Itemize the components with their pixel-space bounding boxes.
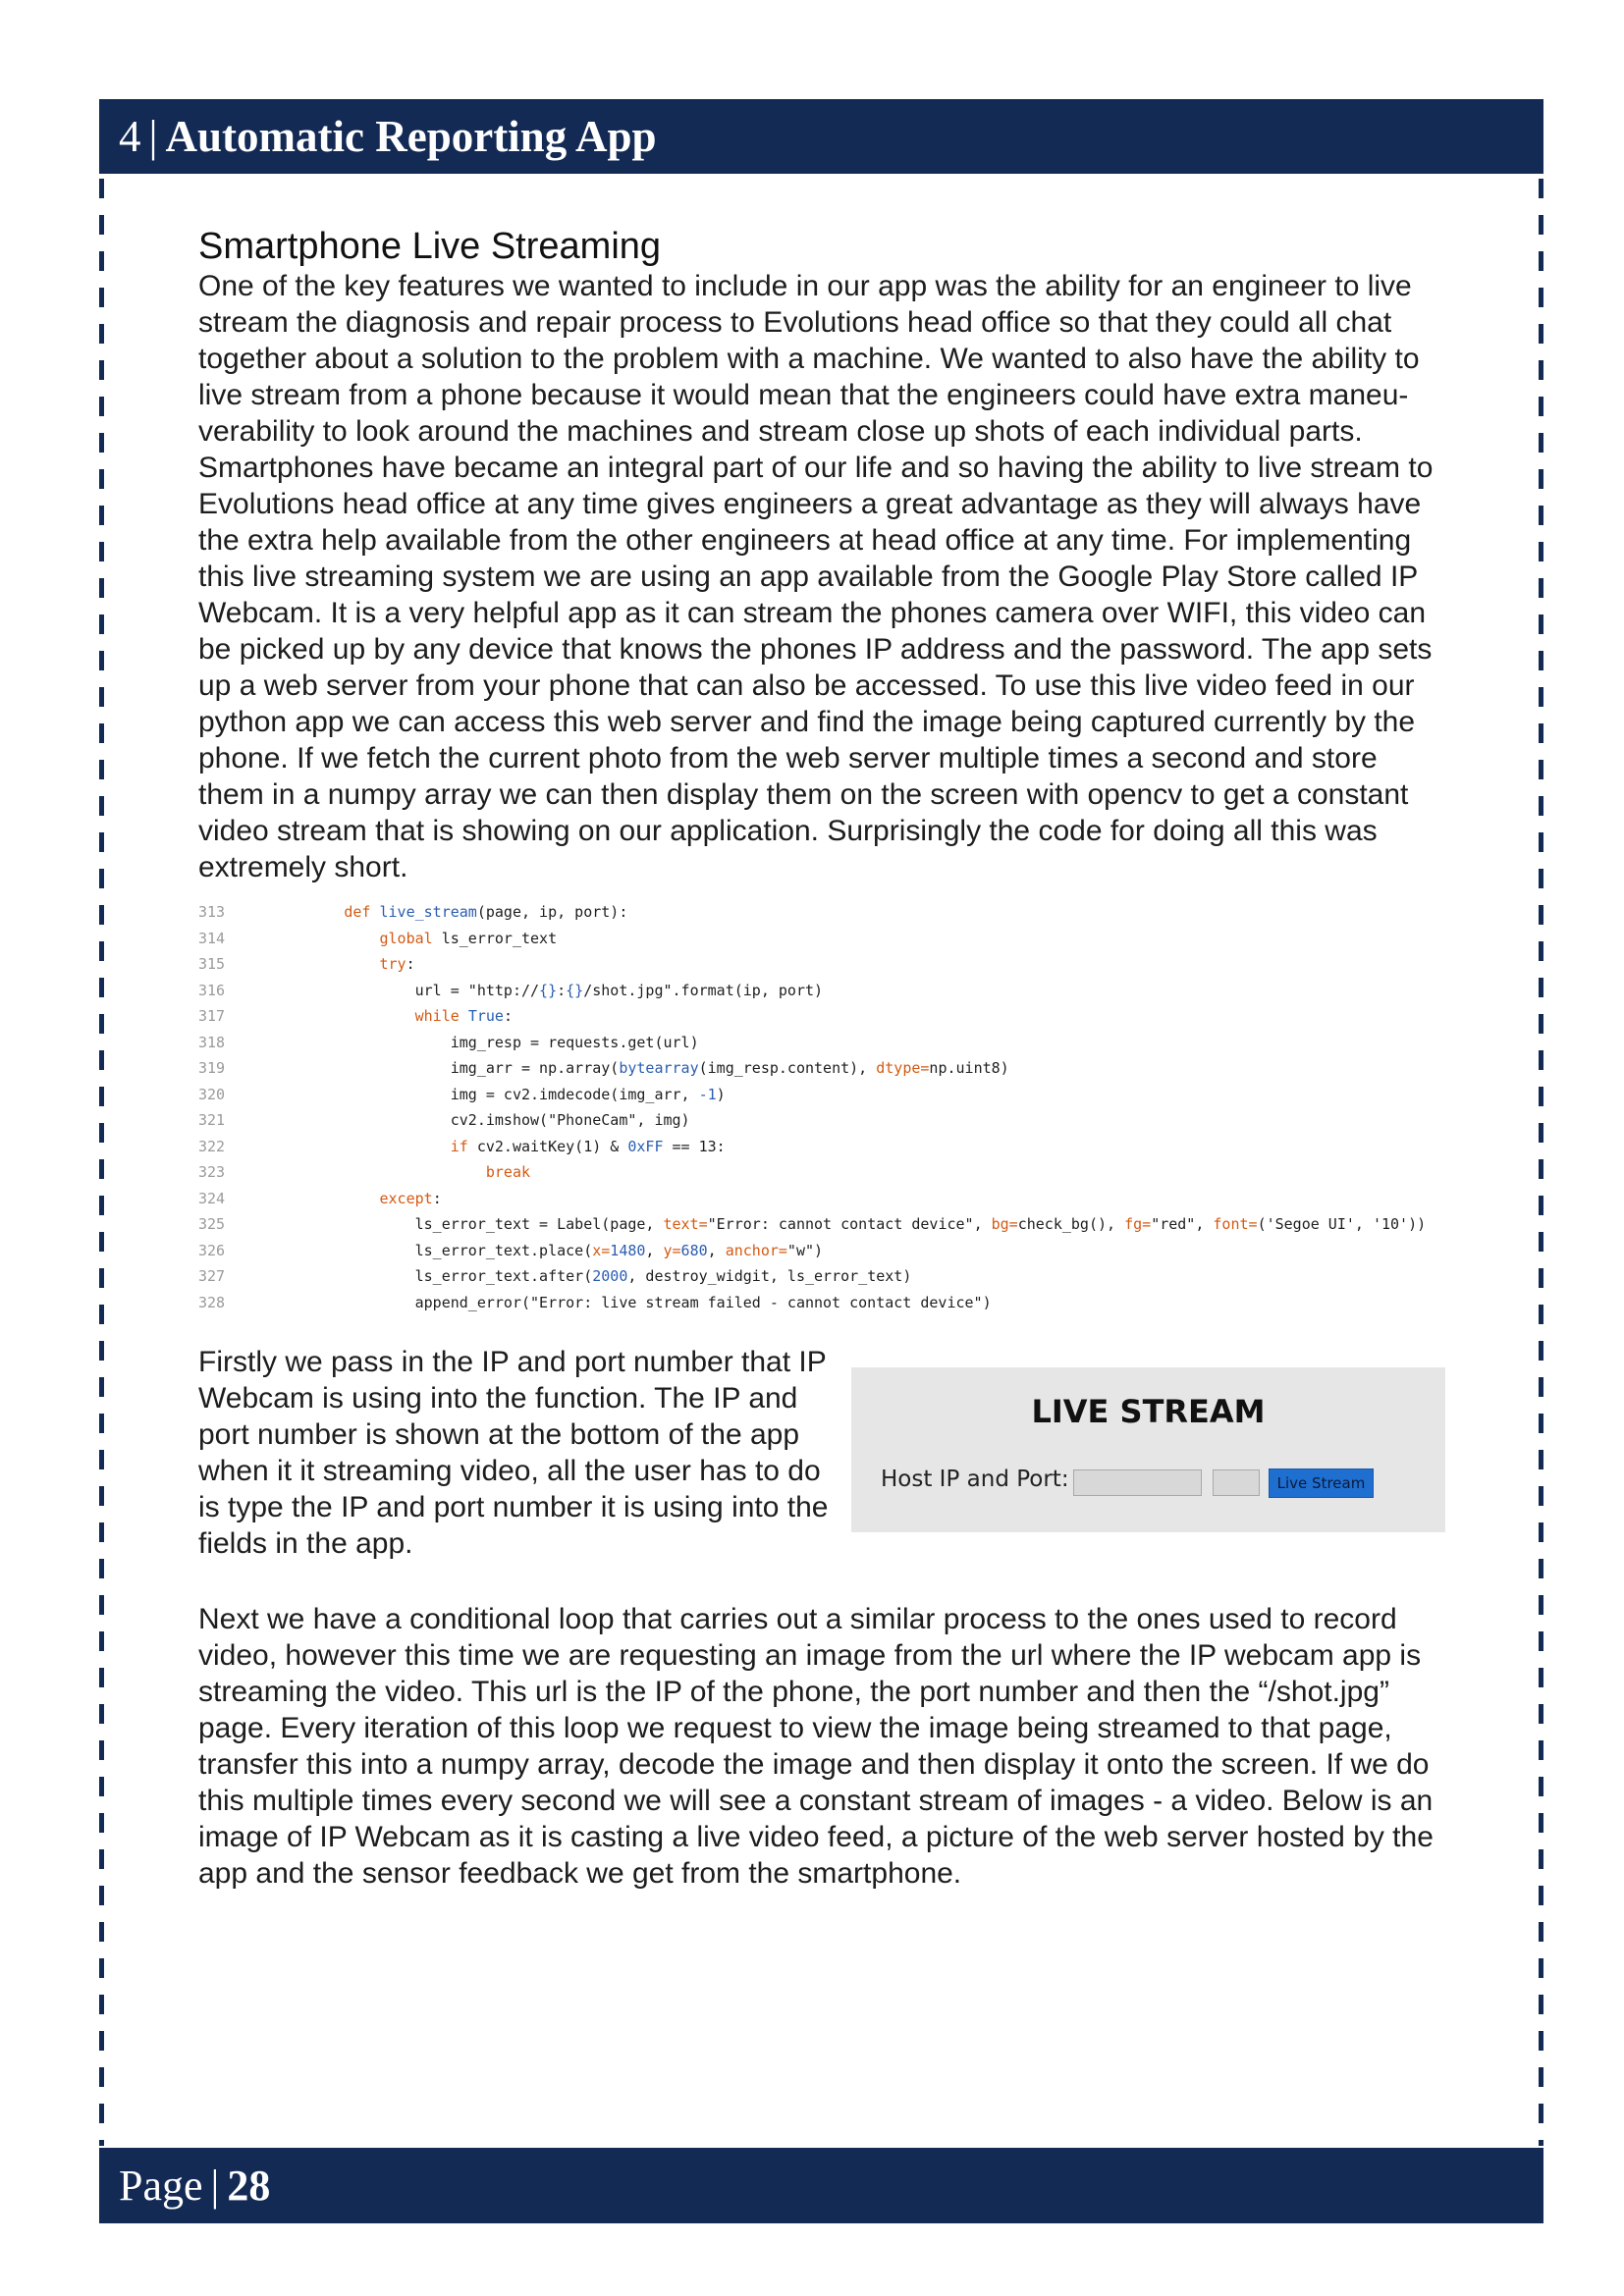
code-line-text: try:: [379, 955, 415, 973]
code-line-text: cv2.imshow("PhoneCam", img): [238, 1111, 690, 1129]
code-line-text: break: [485, 1163, 531, 1181]
code-line: 325 ls_error_text = Label(page, text="Er…: [198, 1211, 1475, 1238]
live-stream-button[interactable]: Live Stream: [1269, 1468, 1374, 1498]
chapter-number: 4: [119, 112, 141, 161]
code-line: 319 img_arr = np.array(bytearray(img_res…: [198, 1055, 1475, 1082]
header-separator: |: [148, 112, 158, 161]
code-line-text: global ls_error_text: [379, 929, 558, 947]
code-listing: 313 def live_stream(page, ip, port): 314 …: [198, 899, 1475, 1315]
page-number: 28: [227, 2162, 271, 2210]
code-line-number: 314: [198, 929, 226, 947]
code-line: 313 def live_stream(page, ip, port):: [198, 899, 1475, 926]
code-line: 324 except:: [198, 1186, 1475, 1212]
code-line: 322 if cv2.waitKey(1) & 0xFF == 13:: [198, 1134, 1475, 1160]
code-line: 317 while True:: [198, 1003, 1475, 1030]
section-content: Smartphone Live Streaming One of the key…: [198, 225, 1445, 885]
code-line: 316 url = "http://{}:{}/shot.jpg".format…: [198, 978, 1475, 1004]
code-line: 320 img = cv2.imdecode(img_arr, -1): [198, 1082, 1475, 1108]
code-line-number: 322: [198, 1137, 226, 1155]
code-line-number: 323: [198, 1163, 226, 1181]
page-footer: Page | 28: [99, 2148, 1543, 2223]
code-line: 314 global ls_error_text: [198, 926, 1475, 952]
left-dashed-border: [99, 179, 104, 2146]
code-line: 327 ls_error_text.after(2000, destroy_wi…: [198, 1263, 1475, 1290]
code-line-number: 324: [198, 1189, 226, 1207]
code-line-text: except:: [379, 1189, 442, 1207]
page-label: Page: [119, 2162, 203, 2210]
code-line-number: 325: [198, 1215, 226, 1233]
code-line-text: append_error("Error: live stream failed …: [238, 1293, 992, 1311]
code-line-text: img_arr = np.array(bytearray(img_resp.co…: [238, 1059, 1009, 1077]
intro-paragraph: One of the key features we wanted to inc…: [198, 270, 1434, 883]
code-line-text: img = cv2.imdecode(img_arr, -1): [238, 1085, 726, 1103]
host-ip-port-label: Host IP and Port:: [881, 1467, 1069, 1492]
code-line-text: if cv2.waitKey(1) & 0xFF == 13:: [450, 1137, 726, 1155]
code-line-number: 326: [198, 1241, 226, 1259]
right-dashed-border: [1539, 179, 1543, 2146]
section-title: Smartphone Live Streaming: [198, 226, 662, 267]
code-line-text: while True:: [414, 1007, 513, 1025]
code-line: 318 img_resp = requests.get(url): [198, 1030, 1475, 1056]
code-line-text: def live_stream(page, ip, port):: [344, 903, 628, 921]
chapter-header: 4 | Automatic Reporting App: [99, 99, 1543, 174]
code-line: 315 try:: [198, 951, 1475, 978]
code-line-text: ls_error_text.place(x=1480, y=680, ancho…: [238, 1241, 824, 1259]
third-paragraph: Next we have a conditional loop that car…: [198, 1603, 1434, 1890]
code-line-number: 313: [198, 903, 226, 921]
code-line-number: 315: [198, 955, 226, 973]
code-line-number: 321: [198, 1111, 226, 1129]
live-stream-title: LIVE STREAM: [1031, 1393, 1266, 1430]
port-input[interactable]: [1213, 1469, 1260, 1496]
code-line-text: img_resp = requests.get(url): [238, 1033, 699, 1051]
code-line: 323 break: [198, 1159, 1475, 1186]
code-line: 328 append_error("Error: live stream fai…: [198, 1290, 1475, 1316]
code-line-text: ls_error_text = Label(page, text="Error:…: [238, 1215, 1427, 1233]
live-stream-panel: LIVE STREAM Host IP and Port: Live Strea…: [851, 1367, 1445, 1532]
chapter-title: Automatic Reporting App: [165, 112, 657, 161]
code-line-number: 316: [198, 981, 226, 999]
code-line: 326 ls_error_text.place(x=1480, y=680, a…: [198, 1238, 1475, 1264]
code-line-number: 327: [198, 1267, 226, 1285]
code-line-number: 317: [198, 1007, 226, 1025]
host-ip-input[interactable]: [1073, 1469, 1202, 1496]
code-line-number: 318: [198, 1033, 226, 1051]
code-line-number: 328: [198, 1293, 226, 1311]
code-line-number: 320: [198, 1085, 226, 1103]
code-line-text: ls_error_text.after(2000, destroy_widgit…: [238, 1267, 912, 1285]
second-paragraph: Firstly we pass in the IP and port numbe…: [198, 1346, 829, 1560]
code-line-number: 319: [198, 1059, 226, 1077]
footer-separator: |: [210, 2162, 220, 2210]
code-line-text: url = "http://{}:{}/shot.jpg".format(ip,…: [238, 981, 824, 999]
code-line: 321 cv2.imshow("PhoneCam", img): [198, 1107, 1475, 1134]
